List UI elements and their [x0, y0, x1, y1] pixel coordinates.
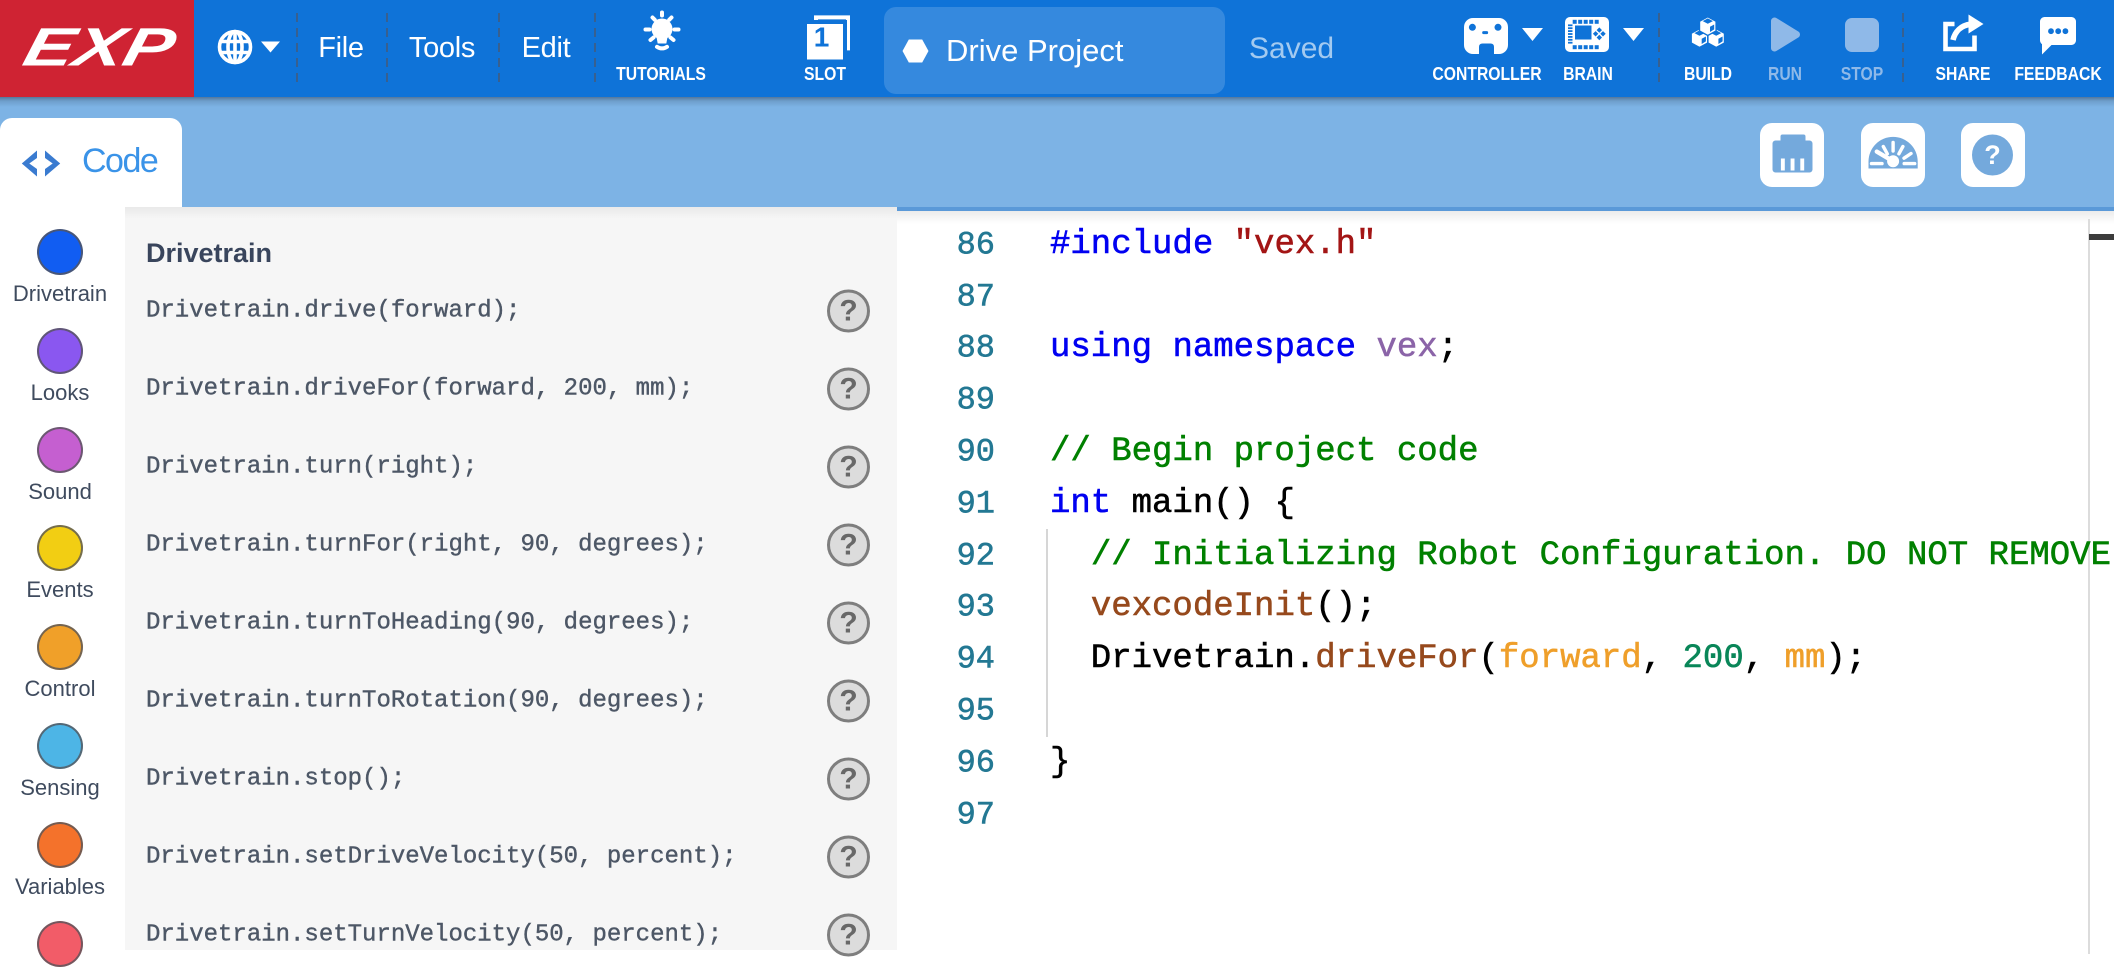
svg-text:1: 1: [814, 22, 830, 53]
svg-text:EXP: EXP: [18, 16, 183, 77]
svg-text:?: ?: [1984, 140, 2001, 170]
